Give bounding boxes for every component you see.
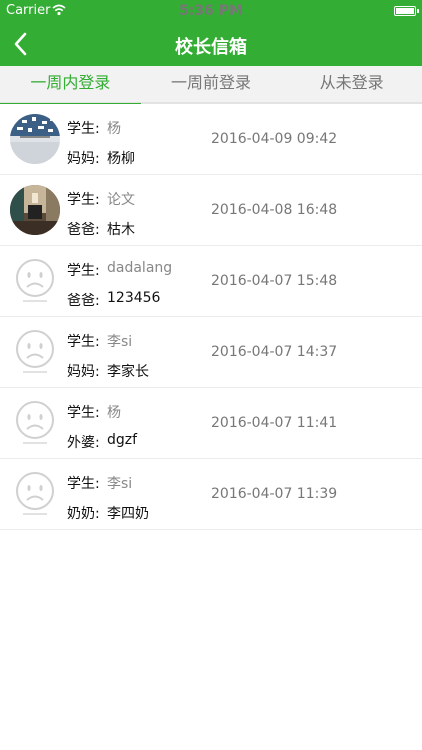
student-name: dadalang (107, 260, 173, 276)
parent-name: 枯木 (107, 222, 135, 238)
parent-label: 妈妈: (67, 364, 100, 380)
student-name: 李si (107, 476, 133, 492)
list-item[interactable]: 学生: dadalang 爸爸: 123456 2016-04-07 15:48 (0, 246, 422, 317)
list-item[interactable]: 学生: 杨 妈妈: 杨柳 2016-04-09 09:42 (0, 104, 422, 175)
login-tabs: 一周内登录 一周前登录 从未登录 (0, 66, 422, 106)
list-item[interactable]: 学生: 论文 爸爸: 枯木 2016-04-08 16:48 (0, 175, 422, 246)
page-title: 校长信箱 (175, 37, 247, 58)
avatar (10, 114, 60, 164)
login-time: 2016-04-07 14:37 (211, 344, 338, 360)
avatar (10, 256, 60, 306)
student-name: 杨 (107, 405, 121, 421)
login-time: 2016-04-07 15:48 (211, 273, 338, 289)
parent-list: 学生: 杨 妈妈: 杨柳 2016-04-09 09:42 学生: 论文 爸爸:… (0, 104, 422, 530)
list-item[interactable]: 学生: 杨 外婆: dgzf 2016-04-07 11:41 (0, 388, 422, 459)
tab-within-week[interactable]: 一周内登录 (0, 66, 141, 106)
parent-label: 爸爸: (67, 293, 100, 309)
tab-before-week[interactable]: 一周前登录 (141, 66, 282, 102)
parent-name: dgzf (107, 432, 138, 448)
login-time: 2016-04-09 09:42 (211, 131, 338, 147)
parent-label: 奶奶: (67, 506, 100, 522)
sad-face-icon (10, 398, 60, 448)
student-label: 学生: (67, 405, 100, 421)
student-name: 杨 (107, 121, 121, 137)
student-label: 学生: (67, 476, 100, 492)
student-name: 论文 (107, 192, 135, 208)
parent-label: 爸爸: (67, 222, 100, 238)
parent-name: 123456 (107, 290, 161, 306)
sad-face-icon (10, 469, 60, 519)
login-time: 2016-04-07 11:39 (211, 486, 338, 502)
login-time: 2016-04-07 11:41 (211, 415, 338, 431)
list-item[interactable]: 学生: 李si 妈妈: 李家长 2016-04-07 14:37 (0, 317, 422, 388)
avatar-photo-icon (10, 185, 60, 235)
avatar (10, 185, 60, 235)
parent-name: 李家长 (107, 364, 149, 380)
avatar (10, 469, 60, 519)
parent-name: 杨柳 (107, 151, 135, 167)
student-label: 学生: (67, 334, 100, 350)
nav-bar: 校长信箱 (0, 22, 422, 66)
sad-face-icon (10, 256, 60, 306)
status-bar: Carrier 5:36 PM (0, 0, 422, 22)
student-label: 学生: (67, 192, 100, 208)
parent-label: 外婆: (67, 435, 100, 451)
clock: 5:36 PM (179, 3, 243, 19)
tab-never[interactable]: 从未登录 (281, 66, 422, 102)
student-label: 学生: (67, 121, 100, 137)
avatar (10, 327, 60, 377)
avatar (10, 398, 60, 448)
list-item[interactable]: 学生: 李si 奶奶: 李四奶 2016-04-07 11:39 (0, 459, 422, 530)
parent-name: 李四奶 (107, 506, 149, 522)
sad-face-icon (10, 327, 60, 377)
header: Carrier 5:36 PM 校长信箱 (0, 0, 422, 66)
battery-icon (394, 6, 419, 16)
login-time: 2016-04-08 16:48 (211, 202, 338, 218)
student-label: 学生: (67, 263, 100, 279)
parent-label: 妈妈: (67, 151, 100, 167)
student-name: 李si (107, 334, 133, 350)
avatar-photo-icon (10, 114, 60, 164)
